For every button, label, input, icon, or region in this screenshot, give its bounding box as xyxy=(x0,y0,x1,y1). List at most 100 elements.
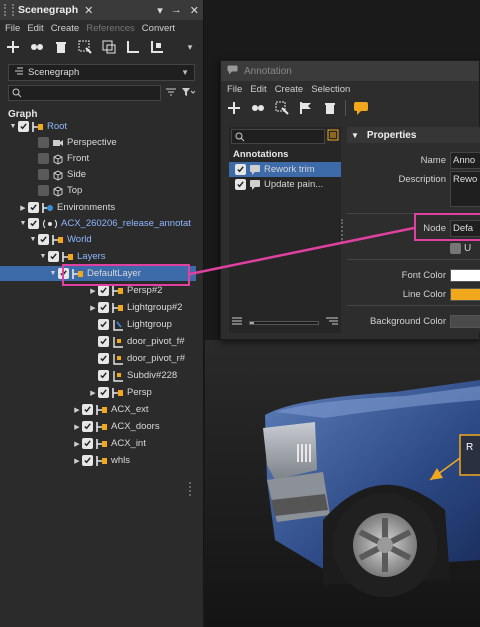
list-options-icon[interactable] xyxy=(327,129,339,144)
visibility-checkbox[interactable] xyxy=(38,137,49,148)
expand-arrow-icon[interactable]: ▶ xyxy=(18,204,28,212)
collapse-arrow-icon[interactable]: ▼ xyxy=(28,236,38,243)
expand-arrow-icon[interactable]: ▶ xyxy=(88,287,98,295)
drag-handle-icon[interactable] xyxy=(4,4,14,16)
menu-convert[interactable]: Convert xyxy=(142,23,175,34)
annotation-checkbox[interactable] xyxy=(235,179,246,190)
visibility-checkbox[interactable] xyxy=(18,121,29,132)
visibility-checkbox[interactable] xyxy=(98,370,109,381)
visibility-checkbox[interactable] xyxy=(28,202,39,213)
chevron-down-icon[interactable]: ▼ xyxy=(181,68,189,77)
comment-icon[interactable] xyxy=(352,99,370,117)
annotation-titlebar[interactable]: Annotation xyxy=(221,61,479,81)
render-viewport[interactable]: R xyxy=(205,340,480,627)
visibility-checkbox[interactable] xyxy=(98,336,109,347)
tree-row[interactable]: ▶ Environments xyxy=(8,200,208,215)
scenegraph-titlebar[interactable]: Scenegraph ✕ ▾ → ✕ xyxy=(0,0,203,20)
size-slider[interactable] xyxy=(249,320,319,325)
scenegraph-search-input[interactable] xyxy=(8,85,161,101)
pin-icon[interactable]: ▾ xyxy=(157,4,163,17)
tree-row[interactable]: ▼ ACX_260206_release_annotat xyxy=(8,216,208,231)
filter-options-icon[interactable] xyxy=(165,87,177,100)
add-annotation-icon[interactable] xyxy=(225,99,243,117)
tree-row[interactable]: ▶ Lightgroup#2 xyxy=(8,300,208,315)
annotation-item[interactable]: Update pain... xyxy=(229,177,341,192)
group-icon[interactable] xyxy=(28,38,46,56)
close-tab-icon[interactable]: ✕ xyxy=(84,4,93,17)
float-icon[interactable]: → xyxy=(171,4,182,17)
tree-row[interactable]: Lightgroup xyxy=(8,317,208,332)
ann-menu-create[interactable]: Create xyxy=(275,84,304,95)
expand-arrow-icon[interactable]: ▶ xyxy=(88,389,98,397)
ann-menu-selection[interactable]: Selection xyxy=(311,84,350,95)
visibility-checkbox[interactable] xyxy=(98,353,109,364)
select-children-icon[interactable] xyxy=(100,38,118,56)
tree-row[interactable]: ▼ World xyxy=(8,232,208,247)
tree-row[interactable]: Side xyxy=(8,167,208,182)
name-field[interactable]: Anno xyxy=(450,151,480,169)
tree-row[interactable]: ▼ Layers xyxy=(8,249,208,264)
visibility-checkbox[interactable] xyxy=(98,302,109,313)
description-field[interactable]: Rewo xyxy=(450,171,480,207)
tree-row[interactable]: ▶ Persp xyxy=(8,385,208,400)
ann-menu-edit[interactable]: Edit xyxy=(250,84,266,95)
menu-file[interactable]: File xyxy=(5,23,20,34)
background-color-swatch[interactable] xyxy=(450,314,480,328)
tree-row[interactable]: Top xyxy=(8,183,208,198)
visibility-checkbox[interactable] xyxy=(98,285,109,296)
toolbar-more-icon[interactable]: ▾ xyxy=(181,38,199,56)
properties-header[interactable]: ▼ Properties xyxy=(347,127,480,143)
delete-annotation-icon[interactable] xyxy=(321,99,339,117)
tree-row[interactable]: door_pivot_f# xyxy=(8,334,208,349)
expand-arrow-icon[interactable]: ▶ xyxy=(72,423,82,431)
visibility-checkbox[interactable] xyxy=(38,185,49,196)
close-panel-icon[interactable]: ✕ xyxy=(190,4,199,17)
visibility-checkbox[interactable] xyxy=(28,218,39,229)
expand-arrow-icon[interactable]: ▶ xyxy=(72,440,82,448)
visibility-checkbox[interactable] xyxy=(82,455,93,466)
visibility-checkbox[interactable] xyxy=(38,153,49,164)
expand-arrow-icon[interactable]: ▶ xyxy=(72,406,82,414)
font-color-swatch[interactable] xyxy=(450,268,480,282)
visibility-checkbox[interactable] xyxy=(98,319,109,330)
pivot-icon[interactable] xyxy=(124,38,142,56)
collapse-arrow-icon[interactable]: ▼ xyxy=(8,123,18,130)
splitter-handle[interactable] xyxy=(189,482,193,496)
collapse-arrow-icon[interactable]: ▼ xyxy=(18,220,28,227)
select-icon[interactable] xyxy=(76,38,94,56)
visibility-checkbox[interactable] xyxy=(82,421,93,432)
collapse-arrow-icon[interactable]: ▼ xyxy=(38,253,48,260)
tree-row[interactable]: ▶ ACX_ext xyxy=(8,402,208,417)
line-color-swatch[interactable] xyxy=(450,287,480,301)
visibility-checkbox[interactable] xyxy=(82,404,93,415)
visibility-checkbox[interactable] xyxy=(98,387,109,398)
add-node-icon[interactable] xyxy=(4,38,22,56)
scenegraph-view-combo[interactable]: Scenegraph ▼ xyxy=(8,64,195,81)
annotation-checkbox[interactable] xyxy=(235,164,246,175)
list-splitter-handle[interactable] xyxy=(341,219,344,243)
tree-row[interactable]: ▼ Root xyxy=(8,119,208,134)
visibility-checkbox[interactable] xyxy=(82,438,93,449)
list-menu-icon[interactable] xyxy=(231,316,243,329)
tree-row[interactable]: ▶ whls xyxy=(8,453,208,468)
annotation-item[interactable]: Rework trim xyxy=(229,162,341,177)
visibility-checkbox[interactable] xyxy=(38,234,49,245)
menu-edit[interactable]: Edit xyxy=(27,23,43,34)
expand-arrow-icon[interactable]: ▶ xyxy=(88,304,98,312)
tree-row[interactable]: door_pivot_r# xyxy=(8,351,208,366)
align-icon[interactable] xyxy=(148,38,166,56)
duplicate-icon[interactable] xyxy=(249,99,267,117)
ann-menu-file[interactable]: File xyxy=(227,84,242,95)
expand-arrow-icon[interactable]: ▶ xyxy=(72,457,82,465)
visibility-checkbox[interactable] xyxy=(38,169,49,180)
filter-icon[interactable] xyxy=(181,87,196,100)
visibility-checkbox[interactable] xyxy=(48,251,59,262)
tree-row[interactable]: Perspective xyxy=(8,135,208,150)
flag-icon[interactable] xyxy=(297,99,315,117)
tree-row[interactable]: ▶ ACX_int xyxy=(8,436,208,451)
tree-row[interactable]: Front xyxy=(8,151,208,166)
node-option-checkbox[interactable] xyxy=(450,242,461,254)
annotation-search-input[interactable] xyxy=(231,129,325,144)
menu-references[interactable]: References xyxy=(86,23,135,34)
menu-create[interactable]: Create xyxy=(51,23,80,34)
